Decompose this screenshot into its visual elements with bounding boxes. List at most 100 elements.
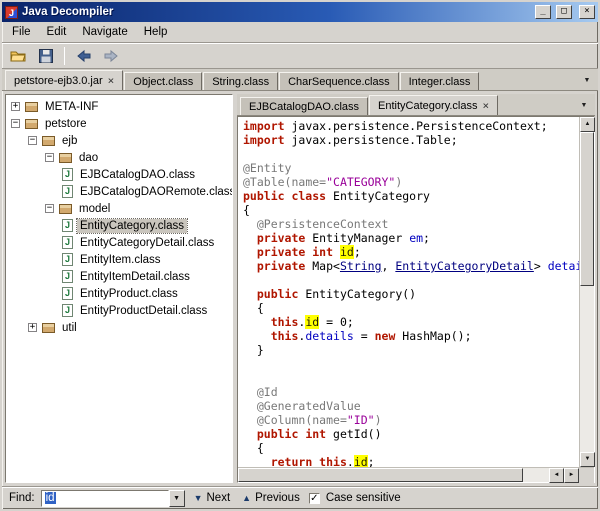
code-token <box>243 427 257 441</box>
code-token: = 0; <box>319 315 354 329</box>
tab-petstore-ejb3.0.jar[interactable]: petstore-ejb3.0.jar× <box>5 70 123 90</box>
tree-item-EntityCategory.class[interactable]: JEntityCategory.class <box>6 217 232 234</box>
scroll-up-button[interactable]: ▲ <box>580 117 595 132</box>
collapse-icon[interactable]: − <box>11 119 20 128</box>
app-window: J Java Decompiler _ □ × FileEditNavigate… <box>0 0 600 511</box>
menu-item-file[interactable]: File <box>4 23 39 41</box>
source-tab-EJBCatalogDAO.class[interactable]: EJBCatalogDAO.class <box>240 97 368 115</box>
tree-item-EJBCatalogDAO.class[interactable]: JEJBCatalogDAO.class <box>6 166 232 183</box>
code-token: import <box>243 119 285 133</box>
code-token: ; <box>423 231 430 245</box>
code-line-17: } <box>243 343 579 357</box>
class-file-icon: J <box>62 270 73 283</box>
find-combo: id ▼ <box>41 490 185 507</box>
tree-item-dao[interactable]: −dao <box>6 149 232 166</box>
code-line-14: { <box>243 301 579 315</box>
forward-button[interactable] <box>98 45 123 67</box>
code-area[interactable]: import javax.persistence.PersistenceCont… <box>238 117 579 467</box>
tab-String.class[interactable]: String.class <box>203 72 278 90</box>
open-file-button[interactable] <box>6 45 31 67</box>
tree-item-EJBCatalogDAORemote.class[interactable]: JEJBCatalogDAORemote.class <box>6 183 232 200</box>
tree-item-ejb[interactable]: −ejb <box>6 132 232 149</box>
find-previous-button[interactable]: ▲ Previous <box>239 490 303 506</box>
code-token: . <box>347 455 354 467</box>
code-token: , <box>382 259 396 273</box>
tab-label: EJBCatalogDAO.class <box>249 101 359 113</box>
close-button[interactable]: × <box>579 5 595 19</box>
tree-item-model[interactable]: −model <box>6 200 232 217</box>
horizontal-scrollbar[interactable]: ◄ ► <box>238 467 594 482</box>
collapse-icon[interactable]: − <box>28 136 37 145</box>
code-token: public <box>257 287 299 301</box>
class-file-icon: J <box>62 219 73 232</box>
code-token: EntityCategoryDetail <box>395 259 533 273</box>
code-line-13: public EntityCategory() <box>243 287 579 301</box>
class-file-icon: J <box>62 253 73 266</box>
code-token: javax.persistence.Table; <box>285 133 458 147</box>
tab-close-icon[interactable]: × <box>483 100 490 111</box>
collapse-icon[interactable]: − <box>45 204 54 213</box>
class-file-icon: J <box>62 168 73 181</box>
menu-item-help[interactable]: Help <box>136 23 176 41</box>
vertical-scroll-track[interactable] <box>580 286 594 452</box>
collapse-icon[interactable]: − <box>45 153 54 162</box>
scroll-right-button[interactable]: ► <box>564 468 579 483</box>
code-line-3 <box>243 147 579 161</box>
horizontal-scroll-thumb[interactable] <box>238 468 523 482</box>
tree-item-label: EntityProductDetail.class <box>77 304 210 318</box>
code-line-4: @Entity <box>243 161 579 175</box>
code-line-20: @Id <box>243 385 579 399</box>
tab-label: Object.class <box>133 76 193 88</box>
menu-item-navigate[interactable]: Navigate <box>74 23 135 41</box>
code-line-10: private int id; <box>243 245 579 259</box>
code-token: return this <box>271 455 347 467</box>
tree-item-util[interactable]: + util <box>6 319 232 336</box>
tree-item-petstore[interactable]: −petstore <box>6 115 232 132</box>
main-content: +META-INF−petstore−ejb−daoJEJBCatalogDAO… <box>2 91 598 486</box>
find-next-button[interactable]: ▼ Next <box>191 490 234 506</box>
code-token: "CATEGORY" <box>326 175 395 189</box>
code-token: "ID" <box>347 413 375 427</box>
source-tab-EntityCategory.class[interactable]: EntityCategory.class× <box>369 95 498 115</box>
tab-Object.class[interactable]: Object.class <box>124 72 202 90</box>
scroll-left-button[interactable]: ◄ <box>549 468 564 483</box>
code-line-12 <box>243 273 579 287</box>
horizontal-scroll-track[interactable] <box>523 468 549 482</box>
class-file-icon: J <box>62 185 73 198</box>
tree-item-EntityProductDetail.class[interactable]: JEntityProductDetail.class <box>6 302 232 319</box>
minimize-button[interactable]: _ <box>535 5 551 19</box>
source-tab-overflow-dropdown[interactable]: ▼ <box>576 98 592 114</box>
find-label: Find: <box>9 492 35 504</box>
main-tab-overflow-dropdown[interactable]: ▼ <box>579 73 595 89</box>
case-sensitive-checkbox[interactable]: ✓ <box>309 493 320 504</box>
tree-item-META-INF[interactable]: +META-INF <box>6 98 232 115</box>
tab-CharSequence.class[interactable]: CharSequence.class <box>279 72 399 90</box>
package-tree: +META-INF−petstore−ejb−daoJEJBCatalogDAO… <box>5 94 233 483</box>
code-line-19 <box>243 371 579 385</box>
maximize-button[interactable]: □ <box>556 5 572 19</box>
source-panel: EJBCatalogDAO.class EntityCategory.class×… <box>237 94 595 483</box>
find-bar: Find: id ▼ ▼ Next ▲ Previous ✓ Case sens… <box>2 486 598 509</box>
scroll-down-button[interactable]: ▼ <box>580 452 595 467</box>
code-token: em <box>409 231 423 245</box>
menu-item-edit[interactable]: Edit <box>39 23 75 41</box>
find-input[interactable]: id <box>41 490 169 507</box>
find-history-dropdown[interactable]: ▼ <box>169 490 185 507</box>
tab-Integer.class[interactable]: Integer.class <box>400 72 480 90</box>
tree-item-label: util <box>59 321 80 335</box>
expand-icon[interactable]: + <box>28 323 37 332</box>
code-token: } <box>243 343 264 357</box>
save-button[interactable] <box>33 45 58 67</box>
tree-item-EntityItemDetail.class[interactable]: JEntityItemDetail.class <box>6 268 232 285</box>
vertical-scrollbar[interactable]: ▲ ▼ <box>579 117 594 467</box>
tree-item-EntityCategoryDetail.class[interactable]: JEntityCategoryDetail.class <box>6 234 232 251</box>
tab-close-icon[interactable]: × <box>108 75 115 86</box>
tree-item-EntityProduct.class[interactable]: JEntityProduct.class <box>6 285 232 302</box>
tree-item-EntityItem.class[interactable]: JEntityItem.class <box>6 251 232 268</box>
code-panel: import javax.persistence.PersistenceCont… <box>237 116 595 483</box>
vertical-scroll-thumb[interactable] <box>580 132 594 286</box>
expand-icon[interactable]: + <box>11 102 20 111</box>
code-token: @Table <box>243 175 285 189</box>
back-button[interactable] <box>71 45 96 67</box>
code-token: ; <box>368 455 375 467</box>
